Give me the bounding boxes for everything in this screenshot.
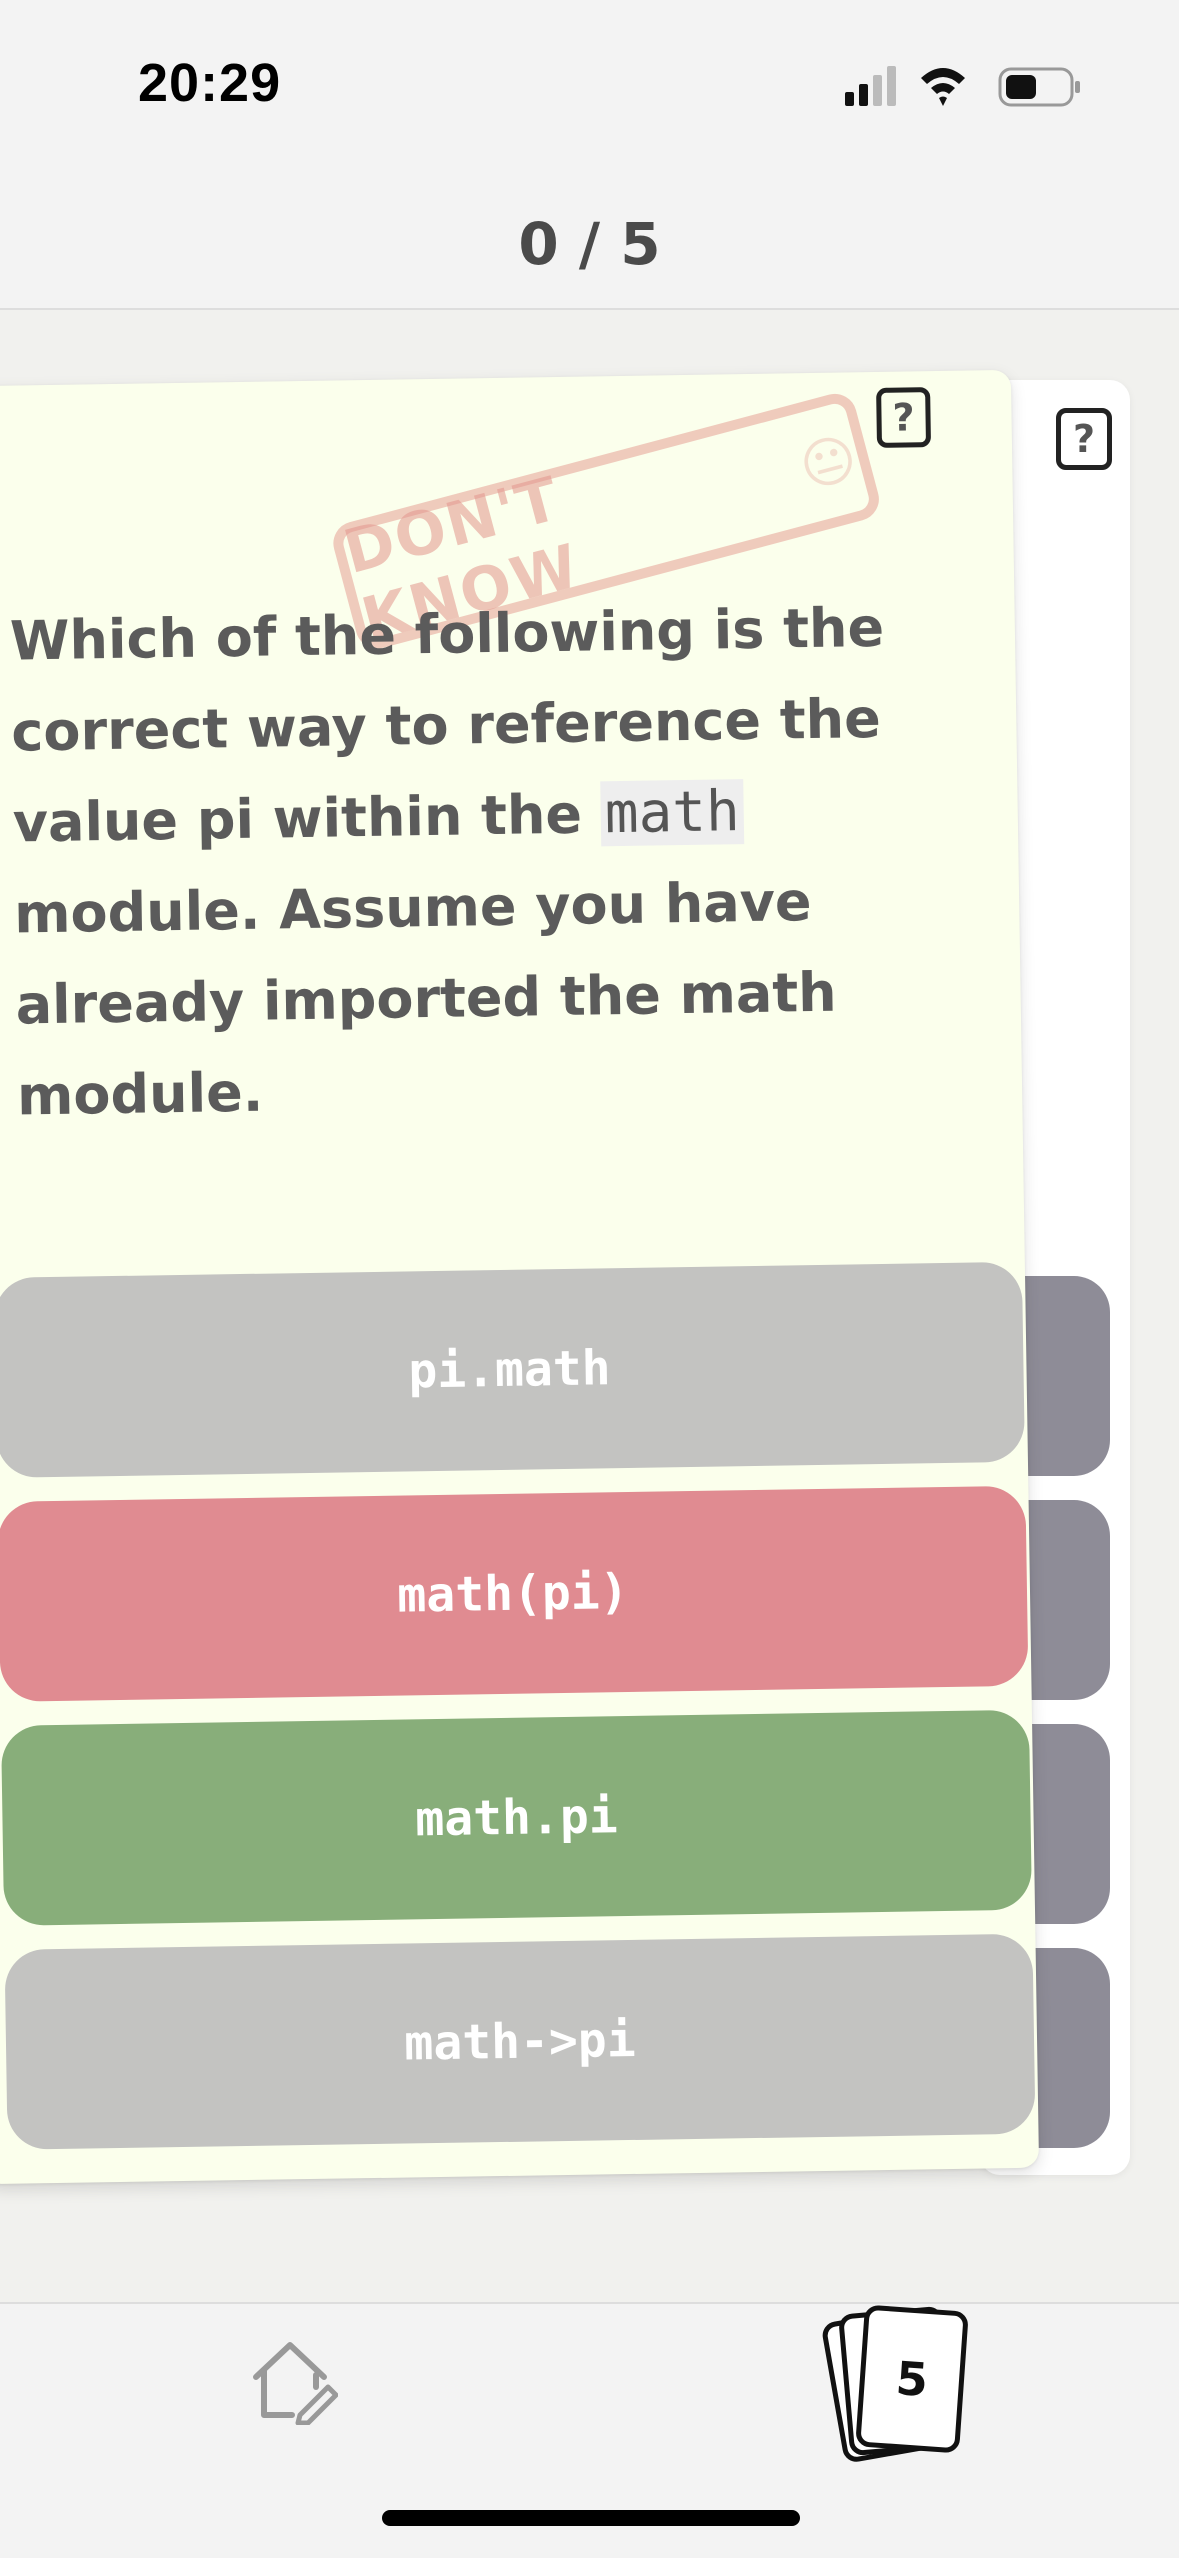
- answer-option-2[interactable]: math(pi): [0, 1485, 1029, 1702]
- home-indicator[interactable]: [382, 2510, 800, 2526]
- wifi-icon: [921, 68, 965, 106]
- answer-option-1[interactable]: pi.math: [0, 1261, 1025, 1478]
- status-time: 20:29: [138, 53, 282, 113]
- deck-count: 5: [894, 2350, 930, 2408]
- card-deck-button[interactable]: 5: [820, 2300, 1002, 2464]
- help-icon[interactable]: ?: [876, 387, 932, 448]
- signal-icon: [845, 66, 896, 106]
- help-icon-back[interactable]: ?: [1056, 408, 1112, 470]
- home-edit-icon[interactable]: [248, 2335, 338, 2425]
- battery-icon: [998, 67, 1080, 107]
- deck-card-top: 5: [855, 2304, 969, 2454]
- answer-option-4[interactable]: math->pi: [4, 1933, 1036, 2150]
- neutral-face-icon: 😐: [792, 423, 866, 500]
- top-bar: 20:29 0 / 5: [0, 0, 1179, 310]
- inline-code: math: [600, 779, 745, 847]
- question-text: Which of the following is the correct wa…: [9, 595, 885, 1128]
- answer-option-3[interactable]: math.pi: [0, 1709, 1033, 1926]
- question-card[interactable]: ? ? DON'T KNOW 😐 Which of the following …: [0, 369, 1040, 2185]
- progress-counter: 0 / 5: [518, 210, 661, 278]
- status-icons: [845, 66, 1080, 107]
